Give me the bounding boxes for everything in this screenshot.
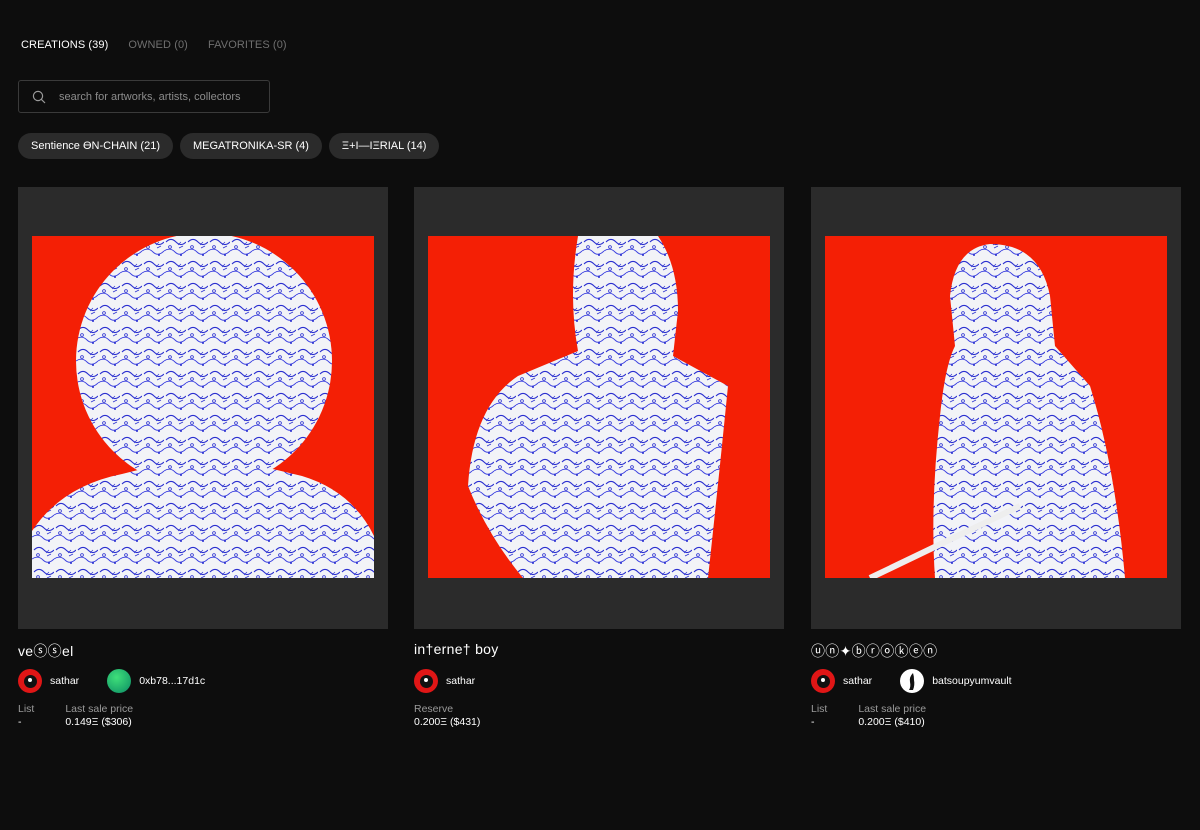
artwork-image	[428, 236, 770, 578]
silhouette-icon	[909, 673, 915, 690]
artwork-title[interactable]: in†erne† boy	[414, 641, 499, 657]
stat-last-sale: Last sale price 0.149Ξ ($306)	[65, 703, 133, 728]
creator[interactable]: sathar	[414, 669, 475, 693]
stat-value: 0.200Ξ ($410)	[858, 716, 925, 728]
artwork-people: sathar	[414, 669, 503, 693]
artwork-stats: List - Last sale price 0.149Ξ ($306)	[18, 703, 133, 728]
search-box[interactable]	[18, 80, 270, 113]
stat-label: Last sale price	[858, 703, 927, 715]
artwork-frame[interactable]	[811, 187, 1181, 629]
artwork-stats: Reserve 0.200Ξ ($431)	[414, 703, 480, 728]
artwork-image	[825, 236, 1167, 578]
stat-list: List -	[18, 703, 34, 728]
artwork-frame[interactable]	[18, 187, 388, 629]
artwork-card: in†erne† boy sathar Reserve 0.200Ξ ($431…	[414, 187, 784, 728]
artwork-card: ⓤⓝ✦ⓑⓡⓞⓚⓔⓝ sathar batsoupyumvault List - …	[811, 187, 1181, 728]
creator[interactable]: sathar	[811, 669, 872, 693]
tab-owned[interactable]: OWNED (0)	[128, 39, 188, 51]
artwork-image	[32, 236, 374, 578]
stat-value: -	[18, 716, 22, 728]
stat-label: List	[18, 703, 35, 715]
creator[interactable]: sathar	[18, 669, 79, 693]
tab-favorites[interactable]: FAVORITES (0)	[208, 39, 287, 51]
collection-chip-sentience[interactable]: Sentience ƟN-CHAIN (21)	[18, 133, 173, 159]
creator-name: sathar	[446, 675, 476, 687]
stat-label: Reserve	[414, 703, 454, 715]
figure-silhouette	[468, 236, 728, 578]
profile-tabs: CREATIONS (39) OWNED (0) FAVORITES (0)	[21, 39, 287, 51]
stat-value: -	[811, 716, 815, 728]
owner-name: 0xb78...17d1c	[139, 675, 206, 687]
stat-list: List -	[811, 703, 827, 728]
owner[interactable]: 0xb78...17d1c	[107, 669, 205, 693]
artwork-people: sathar 0xb78...17d1c	[18, 669, 233, 693]
artwork-title[interactable]: ⓤⓝ✦ⓑⓡⓞⓚⓔⓝ	[811, 641, 937, 661]
artwork-title[interactable]: veⓢⓢel	[18, 641, 73, 661]
stat-label: Last sale price	[65, 703, 134, 715]
tab-creations[interactable]: CREATIONS (39)	[21, 39, 108, 51]
owner-name: batsoupyumvault	[932, 675, 1012, 687]
owner-avatar	[107, 669, 132, 693]
creator-name: sathar	[50, 675, 80, 687]
stat-label: List	[811, 703, 828, 715]
artwork-card: veⓢⓢel sathar 0xb78...17d1c List - Last …	[18, 187, 388, 728]
stat-value: 0.200Ξ ($431)	[414, 716, 481, 728]
artwork-stats: List - Last sale price 0.200Ξ ($410)	[811, 703, 926, 728]
figure-silhouette	[32, 236, 374, 578]
figure-silhouette	[868, 244, 1125, 578]
creator-name: sathar	[843, 675, 873, 687]
owner[interactable]: batsoupyumvault	[900, 669, 1012, 693]
artwork-people: sathar batsoupyumvault	[811, 669, 1040, 693]
creator-avatar	[18, 669, 42, 693]
collection-filters: Sentience ƟN-CHAIN (21) MEGATRONIKA-SR (…	[18, 133, 440, 159]
search-icon	[19, 81, 59, 112]
stat-last-sale: Last sale price 0.200Ξ ($410)	[858, 703, 926, 728]
artwork-frame[interactable]	[414, 187, 784, 629]
search-input[interactable]	[59, 90, 259, 103]
owner-avatar	[900, 669, 925, 693]
stat-reserve: Reserve 0.200Ξ ($431)	[414, 703, 480, 728]
creator-avatar	[811, 669, 835, 693]
stat-value: 0.149Ξ ($306)	[65, 716, 132, 728]
collection-chip-etherial[interactable]: Ξ+I—IΞRIAL (14)	[328, 133, 440, 159]
collection-chip-megatronika[interactable]: MEGATRONIKA-SR (4)	[180, 133, 322, 159]
creator-avatar	[414, 669, 438, 693]
